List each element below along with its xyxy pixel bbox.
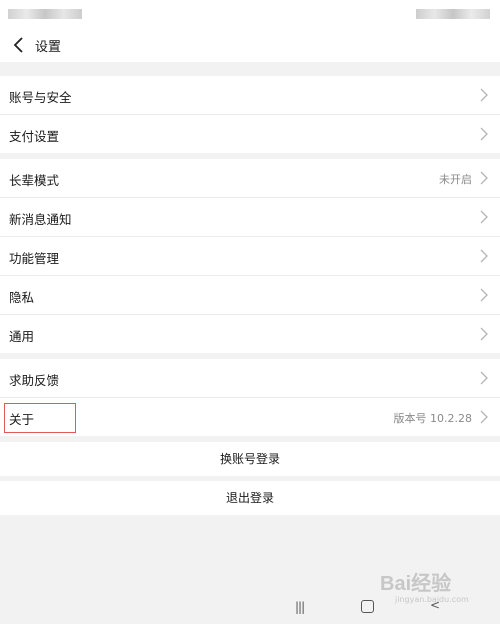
recent-apps-button[interactable]: ||| — [295, 600, 305, 614]
chevron-right-icon — [480, 288, 488, 302]
settings-item-label: 支付设置 — [9, 129, 60, 144]
chevron-right-icon — [480, 210, 488, 224]
status-bar-blurred-right — [416, 9, 490, 19]
about-highlight-box — [4, 403, 76, 433]
settings-item-general[interactable]: 通用 — [0, 315, 500, 353]
settings-item-label: 账号与安全 — [9, 90, 72, 105]
chevron-right-icon — [480, 410, 488, 424]
settings-group-general: 长辈模式 未开启 新消息通知 功能管理 隐私 通用 — [0, 159, 500, 353]
baidu-jingyan-watermark: Bai经验 jingyan.baidu.com — [380, 565, 490, 609]
chevron-right-icon — [480, 249, 488, 263]
home-button[interactable] — [361, 600, 374, 613]
chevron-right-icon — [480, 127, 488, 141]
settings-item-payment[interactable]: 支付设置 — [0, 115, 500, 153]
logout-button[interactable]: 退出登录 — [0, 481, 500, 515]
settings-item-notifications[interactable]: 新消息通知 — [0, 198, 500, 237]
settings-item-feature-management[interactable]: 功能管理 — [0, 237, 500, 276]
back-arrow-icon[interactable] — [10, 34, 28, 56]
settings-item-label: 新消息通知 — [9, 212, 72, 227]
settings-item-label: 通用 — [9, 329, 35, 344]
status-bar-blurred-left — [8, 9, 82, 19]
settings-item-account-security[interactable]: 账号与安全 — [0, 76, 500, 115]
watermark-url: jingyan.baidu.com — [395, 595, 469, 604]
chevron-right-icon — [480, 171, 488, 185]
chevron-right-icon — [480, 371, 488, 385]
settings-item-label: 功能管理 — [9, 251, 60, 266]
chevron-right-icon — [480, 327, 488, 341]
switch-account-button[interactable]: 换账号登录 — [0, 442, 500, 476]
elder-mode-status: 未开启 — [439, 173, 472, 186]
watermark-logo: Bai经验 — [380, 573, 452, 595]
settings-item-label: 隐私 — [9, 290, 35, 305]
settings-group-account: 账号与安全 支付设置 — [0, 76, 500, 153]
settings-item-elder-mode[interactable]: 长辈模式 未开启 — [0, 159, 500, 198]
settings-item-label: 求助反馈 — [9, 373, 60, 388]
settings-item-help-feedback[interactable]: 求助反馈 — [0, 359, 500, 398]
status-bar — [0, 0, 500, 28]
version-number: 版本号 10.2.28 — [393, 412, 472, 425]
settings-item-privacy[interactable]: 隐私 — [0, 276, 500, 315]
chevron-right-icon — [480, 88, 488, 102]
page-title: 设置 — [35, 40, 62, 55]
settings-item-label: 长辈模式 — [9, 173, 60, 188]
header-bar: 设置 — [0, 28, 500, 62]
